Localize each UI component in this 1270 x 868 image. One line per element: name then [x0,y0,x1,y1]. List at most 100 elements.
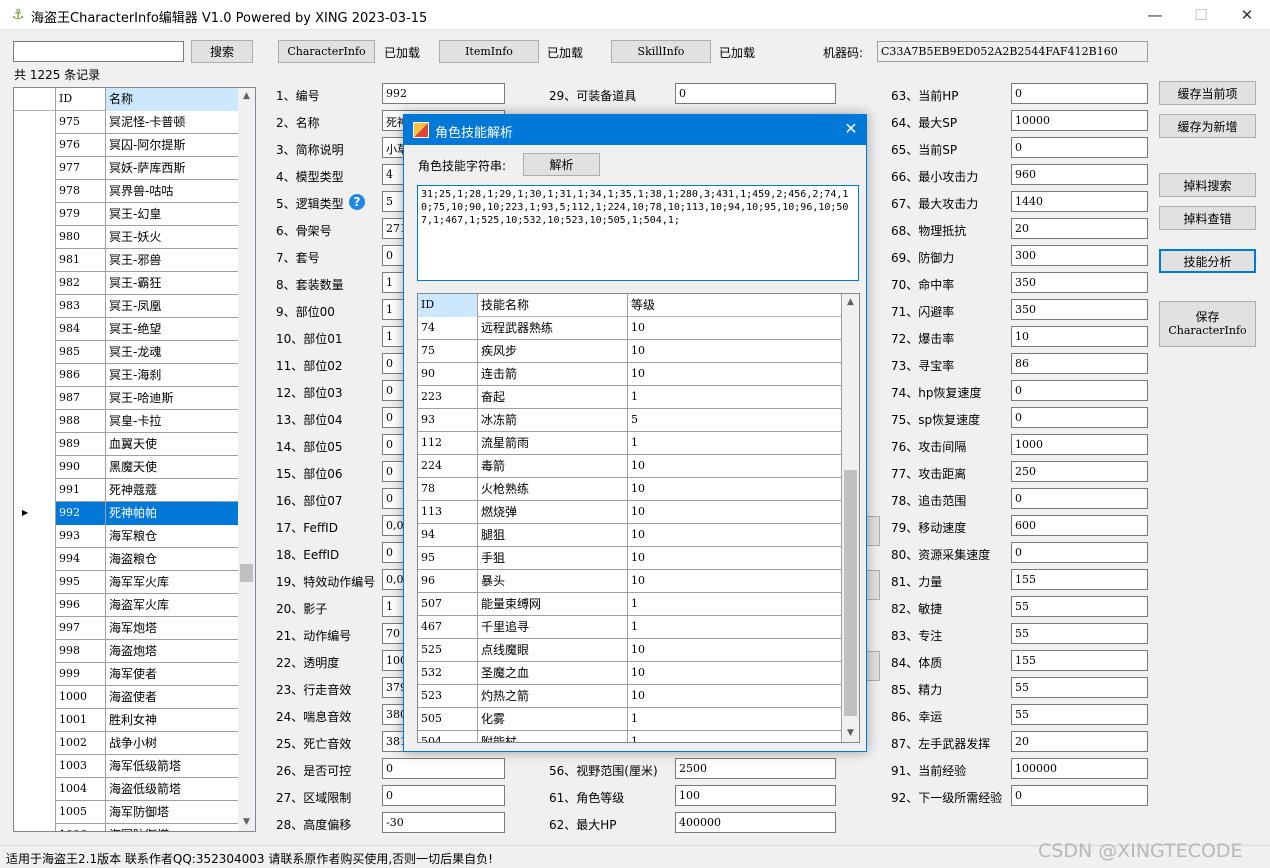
cell-id[interactable]: 983 [56,295,106,318]
table-row[interactable]: 993 海军粮仓 [14,525,239,548]
skill-cell-level[interactable]: 10 [628,570,842,593]
row-header[interactable] [14,686,56,709]
cache-new-button[interactable]: 缓存为新增 [1159,114,1256,138]
skill-cell-name[interactable]: 远程武器熟练 [478,317,628,340]
skill-cell-name[interactable]: 腿狙 [478,524,628,547]
parse-button[interactable]: 解析 [523,153,600,176]
table-row[interactable]: 983 冥王-凤凰 [14,295,239,318]
skill-cell-id[interactable]: 90 [418,363,478,386]
cell-id[interactable]: 995 [56,571,106,594]
cell-name[interactable]: 海军军火库 [106,571,239,594]
skill-cell-name[interactable]: 化雾 [478,708,628,731]
row-header[interactable] [14,318,56,341]
cell-id[interactable]: 1005 [56,801,106,824]
skill-column-id[interactable]: ID [418,294,478,317]
cell-name[interactable]: 海军低级箭塔 [106,755,239,778]
field-input[interactable]: 20 [1011,218,1148,239]
row-header[interactable] [14,111,56,134]
skill-cell-level[interactable]: 10 [628,685,842,708]
skill-cell-name[interactable]: 点线魔眼 [478,639,628,662]
skill-cell-name[interactable]: 手狙 [478,547,628,570]
row-header[interactable] [14,157,56,180]
table-row[interactable]: 999 海军使者 [14,663,239,686]
field-input[interactable]: 350 [1011,272,1148,293]
table-row[interactable]: 982 冥王-霸狂 [14,272,239,295]
row-header[interactable] [14,364,56,387]
table-row[interactable]: 986 冥王-海刹 [14,364,239,387]
table-row[interactable]: 995 海军军火库 [14,571,239,594]
field-input[interactable]: 0 [1011,83,1148,104]
skill-cell-id[interactable]: 532 [418,662,478,685]
skill-cell-level[interactable]: 10 [628,547,842,570]
skill-cell-id[interactable]: 75 [418,340,478,363]
load-characterinfo-button[interactable]: CharacterInfo [278,40,375,63]
skill-row[interactable]: 467 千里追寻 1 [418,616,842,639]
skill-row[interactable]: 504 附能杖 1 [418,731,842,742]
scroll-down-arrow-icon[interactable]: ▼ [238,814,255,831]
cell-id[interactable]: 1004 [56,778,106,801]
table-row[interactable]: 1004 海盗低级箭塔 [14,778,239,801]
skill-cell-id[interactable]: 94 [418,524,478,547]
skill-cell-id[interactable]: 74 [418,317,478,340]
table-row[interactable]: 988 冥皇-卡拉 [14,410,239,433]
cell-name[interactable]: 胜利女神 [106,709,239,732]
column-header-name[interactable]: 名称 [106,88,239,111]
field-input[interactable]: 250 [1011,461,1148,482]
cell-name[interactable]: 冥王-凤凰 [106,295,239,318]
table-row[interactable]: 984 冥王-绝望 [14,318,239,341]
skill-cell-name[interactable]: 燃烧弹 [478,501,628,524]
maximize-button[interactable]: ☐ [1178,0,1224,30]
hidden-side-button-1[interactable] [866,516,880,546]
skill-cell-id[interactable]: 95 [418,547,478,570]
table-row[interactable]: 1003 海军低级箭塔 [14,755,239,778]
skill-cell-level[interactable]: 10 [628,340,842,363]
cell-name[interactable]: 海军防御塔 [106,824,239,831]
cell-name[interactable]: 海盗粮仓 [106,548,239,571]
field-input[interactable]: 0 [1011,542,1148,563]
cell-id[interactable]: 991 [56,479,106,502]
cell-name[interactable]: 血翼天使 [106,433,239,456]
cell-id[interactable]: 1002 [56,732,106,755]
field-input[interactable]: 86 [1011,353,1148,374]
skill-cell-id[interactable]: 505 [418,708,478,731]
skill-cell-level[interactable]: 10 [628,363,842,386]
skill-cell-name[interactable]: 火枪熟练 [478,478,628,501]
skill-cell-level[interactable]: 1 [628,616,842,639]
skill-row[interactable]: 223 奋起 1 [418,386,842,409]
skill-cell-name[interactable]: 千里追寻 [478,616,628,639]
cell-name[interactable]: 冥王-龙魂 [106,341,239,364]
table-row[interactable]: 980 冥王-妖火 [14,226,239,249]
row-header[interactable] [14,571,56,594]
row-header[interactable] [14,778,56,801]
cell-name[interactable]: 冥王-妖火 [106,226,239,249]
table-row[interactable]: 978 冥界兽-咕咕 [14,180,239,203]
skill-cell-id[interactable]: 523 [418,685,478,708]
drop-search-button[interactable]: 掉料搜索 [1159,173,1256,197]
skill-row[interactable]: 525 点线魔眼 10 [418,639,842,662]
field-input[interactable]: 0 [675,83,836,104]
skill-cell-level[interactable]: 10 [628,478,842,501]
skill-cell-id[interactable]: 525 [418,639,478,662]
field-input[interactable]: 55 [1011,623,1148,644]
skill-cell-level[interactable]: 5 [628,409,842,432]
cell-id[interactable]: 993 [56,525,106,548]
skill-cell-name[interactable]: 流星箭雨 [478,432,628,455]
skill-cell-id[interactable]: 504 [418,731,478,742]
hidden-side-button-3[interactable] [866,651,880,681]
skill-row[interactable]: 507 能量束缚网 1 [418,593,842,616]
skill-cell-id[interactable]: 96 [418,570,478,593]
cell-id[interactable]: 988 [56,410,106,433]
skill-cell-name[interactable]: 附能杖 [478,731,628,742]
cell-name[interactable]: 海盗军火库 [106,594,239,617]
cell-name[interactable]: 冥界兽-咕咕 [106,180,239,203]
skill-scroll-thumb[interactable] [844,470,857,716]
search-input[interactable] [13,41,184,62]
field-input[interactable]: 0 [1011,407,1148,428]
row-header[interactable] [14,226,56,249]
table-row[interactable]: 976 冥囚-阿尔提斯 [14,134,239,157]
load-skillinfo-button[interactable]: SkillInfo [611,40,711,63]
cell-name[interactable]: 冥王-哈迪斯 [106,387,239,410]
field-input[interactable]: -30 [382,812,505,833]
cell-id[interactable]: 984 [56,318,106,341]
skill-table-scrollbar[interactable]: ▲ ▼ [842,294,859,742]
